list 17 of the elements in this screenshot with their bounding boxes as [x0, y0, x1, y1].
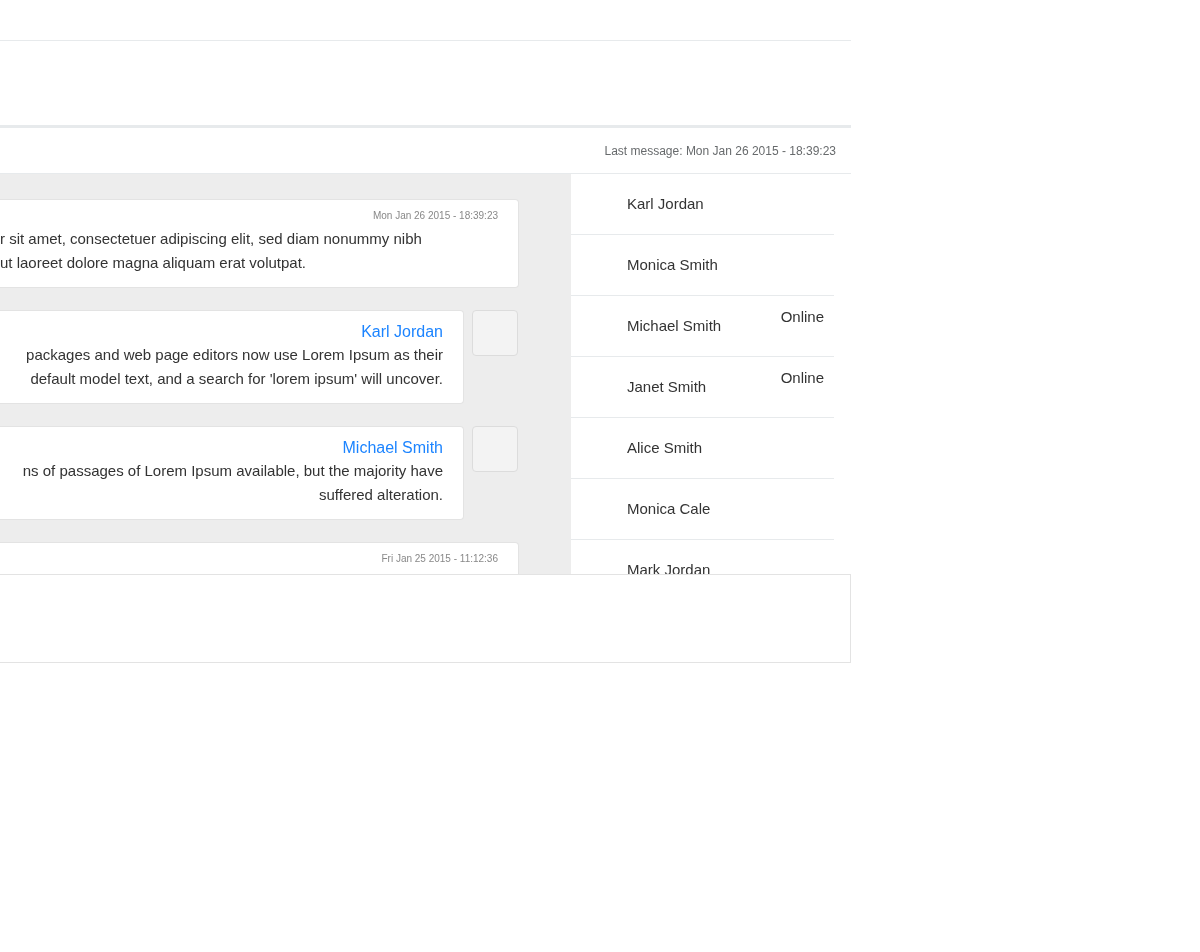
- user-name[interactable]: Alice Smith: [627, 439, 703, 456]
- user-status: Online: [780, 369, 824, 386]
- last-message-time: Last message: Mon Jan 26 2015 - 18:39:23: [604, 143, 836, 158]
- message-input-field[interactable]: [0, 574, 851, 663]
- user-name[interactable]: Michael Smith: [627, 317, 722, 334]
- message-text: ns of passages of Lorem Ipsum available, but the majority have suffered alteration.: [21, 461, 443, 505]
- message-text: r sit amet, consectetuer adipiscing elit, sed diam nonummy nibh ut laoreet dolore magna aliquam erat volutpat.: [0, 229, 423, 273]
- user-name[interactable]: Janet Smith: [627, 378, 707, 395]
- user-name[interactable]: Karl Jordan: [627, 195, 704, 212]
- message-text: packages and web page editors now use Lorem Ipsum as their default model text, and a search for 'lorem ipsum' will uncover.: [25, 345, 443, 389]
- user-name[interactable]: Monica Cale: [627, 500, 711, 517]
- author-link[interactable]: Karl Jordan: [361, 321, 443, 343]
- user-status: Online: [780, 308, 824, 325]
- author-link[interactable]: Michael Smith: [342, 437, 443, 459]
- user-name[interactable]: Monica Smith: [627, 256, 718, 273]
- message-date: Fri Jan 25 2015 - 11:12:36: [381, 553, 498, 564]
- message-date: Mon Jan 26 2015 - 18:39:23: [372, 210, 498, 221]
